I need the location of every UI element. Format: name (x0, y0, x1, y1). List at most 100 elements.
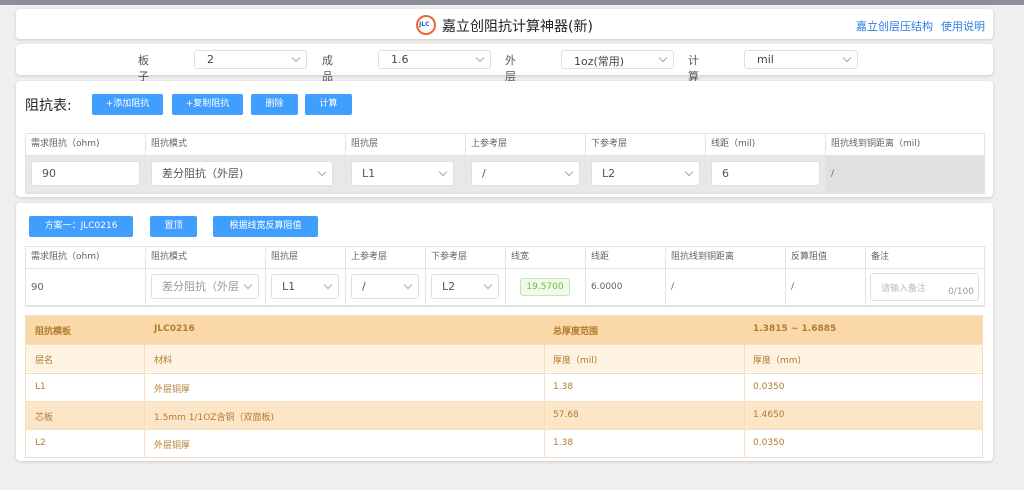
stackup-row: L1 外层铜厚 1.38 0.0350 (26, 373, 982, 401)
col-header: 厚度（mm) (753, 356, 802, 366)
sol-required-cell: 90 (26, 269, 146, 306)
header-bar: JLC 嘉立创阻抗计算神器(新) 嘉立创层压结构 使用说明 (16, 9, 993, 39)
header-links: 嘉立创层压结构 使用说明 (848, 18, 985, 34)
chevron-down-icon (403, 280, 413, 290)
stackup-title-row: 阻抗模板 JLC0216 总厚度范围 1.3815 ~ 1.6885 (26, 316, 982, 344)
column-divider (744, 344, 745, 457)
col-header: 阻抗线到铜距离 (666, 247, 786, 269)
sol-note-cell: 请输入备注 0/100 (866, 269, 984, 306)
layer-name: L1 (35, 382, 46, 392)
chevron-down-icon (483, 280, 493, 290)
col-header: 线宽 (506, 247, 586, 269)
col-header: 阻抗线到铜距离（mil) (826, 134, 984, 156)
upper-ref-cell: / (466, 156, 586, 193)
col-header: 下参考层 (426, 247, 506, 269)
sol-mode-cell: 差分阻抗（外层 (146, 269, 266, 306)
column-divider (544, 344, 545, 457)
sol-lower-ref-cell: L2 (426, 269, 506, 306)
chevron-down-icon (438, 167, 448, 177)
col-header: 材料 (154, 356, 173, 366)
impedance-table-label: 阻抗表: (25, 98, 72, 114)
template-label: 阻抗模板 (35, 327, 72, 337)
col-header: 阻抗模式 (146, 134, 346, 156)
chevron-down-icon (658, 53, 668, 63)
mode-cell: 差分阻抗（外层) (146, 156, 346, 193)
layer-select[interactable]: L1 (351, 161, 454, 186)
reverse-calc-button[interactable]: 根据线宽反算阻值 (213, 216, 318, 237)
sol-layer-select[interactable]: L1 (271, 274, 339, 299)
thickness-mm: 1.4650 (753, 410, 785, 420)
layer-name: L2 (35, 438, 46, 448)
copy-impedance-button[interactable]: +复制阻抗 (172, 94, 243, 115)
top-strip (0, 0, 1024, 5)
note-char-count: 0/100 (948, 287, 974, 297)
thickness-mil: 57.68 (553, 410, 579, 420)
col-header: 线距（mil) (706, 134, 826, 156)
mode-select[interactable]: 差分阻抗（外层) (151, 161, 333, 186)
chevron-down-icon (564, 167, 574, 177)
board-thickness-select[interactable]: 1.6 (378, 50, 491, 69)
stackup-header-row: 层名 材料 厚度（mil) 厚度（mm) (26, 344, 982, 372)
col-header: 备注 (866, 247, 984, 269)
note-placeholder: 请输入备注 (881, 284, 927, 294)
spacing-input[interactable]: 6 (711, 161, 820, 186)
material: 1.5mm 1/1OZ含铜（双面板) (154, 413, 274, 423)
upper-ref-select[interactable]: / (471, 161, 580, 186)
template-value: JLC0216 (154, 324, 195, 334)
add-impedance-button[interactable]: +添加阻抗 (92, 94, 163, 115)
solution-tab-button[interactable]: 方案一：JLC0216 (29, 216, 133, 237)
col-header: 需求阻抗（ohm) (26, 134, 146, 156)
chevron-down-icon (842, 53, 852, 63)
layer-name: 芯板 (35, 413, 54, 423)
delete-button[interactable]: 删除 (251, 94, 298, 115)
sol-upper-ref-select[interactable]: / (351, 274, 419, 299)
params-bar: 板子层数 2 成品板厚 1.6 外层铜厚 1oz(常用) 计算单位 mil (16, 44, 993, 115)
column-divider (144, 344, 145, 457)
col-header: 反算阻值 (786, 247, 866, 269)
lower-ref-select[interactable]: L2 (591, 161, 700, 186)
layer-cell: L1 (346, 156, 466, 193)
sol-lower-ref-select[interactable]: L2 (431, 274, 499, 299)
unit-select[interactable]: mil (744, 50, 858, 69)
thickness-mil: 1.38 (553, 438, 574, 448)
thickness-mil: 1.38 (553, 382, 574, 392)
col-header: 上参考层 (346, 247, 426, 269)
material: 外层铜厚 (154, 385, 191, 395)
material: 外层铜厚 (154, 441, 191, 451)
thickness-range-label: 总厚度范围 (553, 327, 599, 337)
page-title: JLC 嘉立创阻抗计算神器(新) (16, 15, 993, 37)
note-textarea[interactable]: 请输入备注 0/100 (870, 273, 979, 301)
usage-guide-link[interactable]: 使用说明 (941, 20, 985, 33)
stackup-table: 阻抗模板 JLC0216 总厚度范围 1.3815 ~ 1.6885 层名 材料… (25, 315, 983, 458)
col-header: 阻抗模式 (146, 247, 266, 269)
stackup-row: 芯板 1.5mm 1/1OZ含铜（双面板) 57.68 1.4650 (26, 401, 982, 429)
line-width-tag: 19.5700 (520, 278, 570, 296)
col-header: 阻抗层 (266, 247, 346, 269)
thickness-mm: 0.0350 (753, 382, 785, 392)
lower-ref-cell: L2 (586, 156, 706, 193)
copper-thickness-select[interactable]: 1oz(常用) (561, 50, 674, 69)
stackup-row: L2 外层铜厚 1.38 0.0350 (26, 429, 982, 457)
chevron-down-icon (317, 167, 327, 177)
col-header: 阻抗层 (346, 134, 466, 156)
sol-layer-cell: L1 (266, 269, 346, 306)
layer-count-select[interactable]: 2 (194, 50, 307, 69)
sol-back-calc-cell: / (786, 269, 866, 306)
calculate-button[interactable]: 计算 (305, 94, 352, 115)
solution-table: 需求阻抗（ohm) 阻抗模式 阻抗层 上参考层 下参考层 线宽 线距 阻抗线到铜… (25, 246, 985, 307)
col-header: 厚度（mil) (553, 356, 598, 366)
sol-copper-dist-cell: / (666, 269, 786, 306)
pin-top-button[interactable]: 置顶 (150, 216, 197, 237)
sol-mode-select[interactable]: 差分阻抗（外层 (151, 274, 259, 299)
col-header: 需求阻抗（ohm) (26, 247, 146, 269)
spacing-cell: 6 (706, 156, 826, 193)
jlc-logo: JLC (416, 15, 437, 35)
required-impedance-input[interactable]: 90 (31, 161, 140, 186)
stackup-structure-link[interactable]: 嘉立创层压结构 (856, 20, 933, 33)
col-header: 下参考层 (586, 134, 706, 156)
chevron-down-icon (475, 53, 485, 63)
col-header: 层名 (35, 356, 54, 366)
chevron-down-icon (323, 280, 333, 290)
solution-card: 方案一：JLC0216 置顶 根据线宽反算阻值 需求阻抗（ohm) 阻抗模式 阻… (16, 203, 993, 461)
copper-dist-cell: / (826, 156, 984, 193)
